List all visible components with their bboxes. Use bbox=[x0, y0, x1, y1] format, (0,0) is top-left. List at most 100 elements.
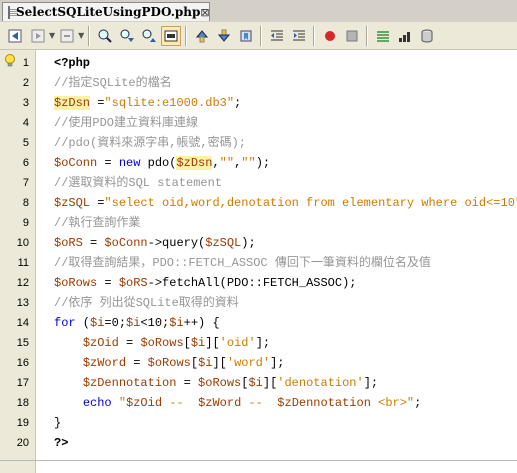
code-token: ][ bbox=[262, 376, 278, 390]
code-line[interactable]: //指定SQLite的檔名 bbox=[54, 73, 172, 93]
chevron-down-icon[interactable]: ▼ bbox=[49, 31, 55, 40]
code-token: ); bbox=[255, 156, 271, 170]
code-token: //指定SQLite的檔名 bbox=[54, 76, 172, 90]
code-token: //使用PDO建立資料庫連線 bbox=[54, 116, 199, 130]
code-editor[interactable]: 1 2 3 4 5 6 7 8 9 10 11 12 13 14 15 16 17 18 19 20 <?php//指… bbox=[0, 50, 517, 473]
code-token: ]; bbox=[255, 336, 271, 350]
code-token: ; bbox=[234, 96, 242, 110]
history-icon[interactable] bbox=[57, 26, 77, 46]
code-line[interactable]: //取得查詢結果，PDO::FETCH_ASSOC 傳回下一筆資料的欄位名及值 bbox=[54, 253, 431, 273]
code-token: ->fetchAll(PDO::FETCH_ASSOC); bbox=[147, 276, 357, 290]
code-token: $i bbox=[190, 336, 206, 350]
code-token: = bbox=[90, 96, 105, 110]
code-line[interactable]: //依序 列出從SQLite取得的資料 bbox=[54, 293, 239, 313]
code-token: $i bbox=[248, 376, 263, 390]
code-token: ]; bbox=[270, 356, 285, 370]
code-token: $zSQL bbox=[205, 236, 242, 250]
code-line[interactable]: $oConn = new pdo($zDsn,"",""); bbox=[54, 153, 270, 173]
code-line[interactable]: $oRS = $oConn->query($zSQL); bbox=[54, 233, 256, 253]
code-token: = bbox=[90, 196, 105, 210]
toolbar-separator bbox=[260, 25, 262, 46]
code-token: $oRows bbox=[54, 276, 98, 290]
code-token: $oRS bbox=[118, 276, 148, 290]
line-number: 6 bbox=[22, 157, 29, 169]
code-token: = bbox=[82, 236, 105, 250]
start-macro-icon[interactable] bbox=[320, 26, 340, 46]
database-icon[interactable] bbox=[417, 26, 437, 46]
code-token: [ bbox=[190, 356, 199, 370]
code-token: ( bbox=[75, 316, 91, 330]
code-token: = bbox=[97, 156, 119, 170]
code-token: ][ bbox=[205, 336, 220, 350]
comment-icon[interactable] bbox=[373, 26, 393, 46]
line-number: 1 bbox=[22, 57, 29, 69]
editor-bottom-rule bbox=[0, 460, 517, 461]
code-token: for bbox=[54, 316, 76, 330]
code-line[interactable]: <?php bbox=[54, 53, 90, 73]
prev-bookmark-icon[interactable] bbox=[192, 26, 212, 46]
code-token: = bbox=[176, 376, 199, 390]
close-tab-icon[interactable]: ⊠ bbox=[200, 6, 209, 19]
shift-right-icon[interactable] bbox=[289, 26, 309, 46]
find-icon[interactable] bbox=[95, 26, 115, 46]
code-token: -- bbox=[162, 396, 199, 410]
code-line[interactable]: //執行查詢作業 bbox=[54, 213, 140, 233]
code-line[interactable]: //pdo(資料來源字串,帳號,密碼); bbox=[54, 133, 246, 153]
tab-selectsqliteusingpdo[interactable]: SelectSQLiteUsingPDO.php ⊠ bbox=[2, 2, 210, 21]
find-next-icon[interactable] bbox=[139, 26, 159, 46]
line-number: 20 bbox=[16, 437, 29, 449]
code-line[interactable]: ?> bbox=[54, 433, 68, 453]
next-bookmark-icon[interactable] bbox=[214, 26, 234, 46]
code-line[interactable]: $zDennotation = $oRows[$i]['denotation']… bbox=[54, 373, 378, 393]
code-line[interactable]: $zWord = $oRows[$i]['word']; bbox=[54, 353, 285, 373]
stop-macro-icon[interactable] bbox=[342, 26, 362, 46]
toggle-highlight-icon[interactable] bbox=[161, 25, 182, 46]
code-line[interactable]: echo "$zOid -- $zWord -- $zDennotation <… bbox=[54, 393, 422, 413]
code-token: ?> bbox=[54, 436, 69, 450]
code-line[interactable]: for ($i=0;$i<10;$i++) { bbox=[54, 313, 220, 333]
code-token: = bbox=[97, 276, 119, 290]
code-line[interactable]: $zOid = $oRows[$i]['oid']; bbox=[54, 333, 270, 353]
line-number: 5 bbox=[22, 137, 29, 149]
line-number: 18 bbox=[16, 397, 29, 409]
code-line[interactable]: $zDsn ="sqlite:e1000.db3"; bbox=[54, 93, 241, 113]
code-token: ++) { bbox=[183, 316, 220, 330]
line-number: 4 bbox=[22, 117, 29, 129]
code-token: $i bbox=[90, 316, 105, 330]
line-number: 12 bbox=[16, 277, 29, 289]
back-icon[interactable] bbox=[6, 26, 26, 46]
code-line[interactable]: $oRows = $oRS->fetchAll(PDO::FETCH_ASSOC… bbox=[54, 273, 356, 293]
code-token: //選取資料的SQL statement bbox=[54, 176, 223, 190]
code-token: $oRS bbox=[54, 236, 83, 250]
line-number: 14 bbox=[16, 317, 29, 329]
code-area[interactable]: <?php //指定SQLite的檔名 $zDsn ="sqlite:e1000.d… bbox=[36, 50, 517, 473]
chevron-down-icon[interactable]: ▼ bbox=[78, 31, 84, 40]
line-number: 13 bbox=[16, 297, 29, 309]
code-line[interactable]: //使用PDO建立資料庫連線 bbox=[54, 113, 198, 133]
forward-icon[interactable] bbox=[28, 26, 48, 46]
code-token: , bbox=[212, 156, 220, 170]
toolbar-separator bbox=[313, 25, 315, 46]
code-token: 'word' bbox=[226, 356, 271, 370]
shift-left-icon[interactable] bbox=[267, 26, 287, 46]
find-prev-icon[interactable] bbox=[117, 26, 137, 46]
line-number: 9 bbox=[22, 217, 29, 229]
code-token: <10; bbox=[140, 316, 170, 330]
code-token: $oRows bbox=[198, 376, 242, 390]
code-token: ->query( bbox=[147, 236, 206, 250]
code-line[interactable]: //選取資料的SQL statement bbox=[54, 173, 222, 193]
uncomment-icon[interactable] bbox=[395, 26, 415, 46]
code-token: $oConn bbox=[104, 236, 148, 250]
code-line[interactable]: } bbox=[54, 413, 61, 433]
code-line[interactable]: $zSQL ="select oid,word,denotation from … bbox=[54, 193, 517, 213]
editor-tab-strip: SelectSQLiteUsingPDO.php ⊠ bbox=[0, 0, 517, 23]
code-token: $i bbox=[169, 316, 184, 330]
code-token: 'denotation' bbox=[277, 376, 364, 390]
code-token: ][ bbox=[212, 356, 227, 370]
code-token: //pdo(資料來源字串,帳號,密碼); bbox=[54, 136, 247, 150]
toggle-bookmark-icon[interactable] bbox=[236, 26, 256, 46]
line-number: 17 bbox=[16, 377, 29, 389]
